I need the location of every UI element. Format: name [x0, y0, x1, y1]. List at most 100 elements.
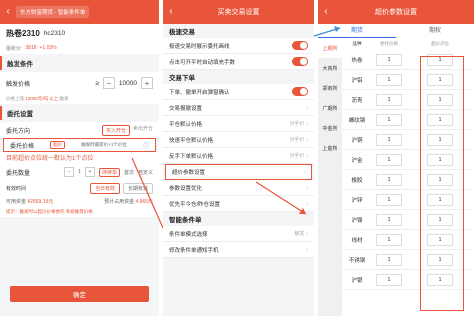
- valid-today[interactable]: 当日有效: [89, 182, 120, 194]
- setting-label: 交易报撤设置: [169, 105, 203, 112]
- price-cell: 1: [372, 133, 406, 146]
- ticks-input[interactable]: 1: [427, 193, 453, 206]
- price-input[interactable]: 1: [376, 53, 402, 66]
- price-input[interactable]: 1: [376, 173, 402, 186]
- price-input[interactable]: 1: [376, 153, 402, 166]
- section-entrust: 委托设置: [0, 106, 159, 120]
- tab-futures[interactable]: 期货: [318, 24, 396, 38]
- trigger-hint: 价格上涨 10000元/吨 以上 触发: [0, 94, 159, 104]
- last-price: 3818: [25, 45, 37, 51]
- info-icon[interactable]: ⓘ: [143, 141, 149, 150]
- variety-name: 沥青: [351, 97, 363, 104]
- exchange-item[interactable]: 上期所: [318, 38, 342, 58]
- ticks-input[interactable]: 1: [427, 233, 453, 246]
- price-input[interactable]: 1: [376, 253, 402, 266]
- contract-code: hc2310: [43, 29, 66, 37]
- price-input[interactable]: 1: [376, 273, 402, 286]
- chevron-right-icon: ›: [306, 136, 308, 143]
- tab-options[interactable]: 期权: [396, 24, 474, 38]
- price-cell: 1: [372, 73, 406, 86]
- price-input[interactable]: 1: [376, 93, 402, 106]
- price-input[interactable]: 1: [376, 133, 402, 146]
- qty-opt-first[interactable]: 首次: [124, 169, 134, 176]
- table-header: 品种 委托价格 超价点位: [342, 38, 474, 50]
- qty-minus[interactable]: −: [64, 167, 75, 177]
- back-icon[interactable]: ‹: [0, 0, 16, 24]
- header-title: 超价参数设置: [375, 9, 417, 16]
- qty-opt-custom[interactable]: 自定义: [138, 169, 153, 176]
- exchange-item[interactable]: 郑商所: [318, 78, 342, 98]
- trigger-operator[interactable]: ≥: [95, 80, 99, 87]
- setting-item[interactable]: 反手下单默认价格 对手价 ›: [163, 148, 314, 164]
- ticks-input[interactable]: 1: [427, 133, 453, 146]
- entrust-price-row[interactable]: 委托价格 超价 触发时最新价+1个价位 ⓘ: [3, 138, 156, 152]
- valid-time-row: 有效时间 当日有效 长期有效: [0, 181, 159, 195]
- variety-name: 沪铝: [351, 77, 363, 84]
- setting-item[interactable]: 优先平今仓/昨仓设置 ›: [163, 196, 314, 212]
- setting-item[interactable]: 快速平仓默认价格 对手价 ›: [163, 132, 314, 148]
- minus-button[interactable]: −: [102, 77, 115, 89]
- price-input[interactable]: 1: [376, 213, 402, 226]
- confirm-button[interactable]: 确定: [10, 286, 149, 302]
- exchange-item[interactable]: 中金所: [318, 118, 342, 138]
- price-cell: 1: [372, 113, 406, 126]
- trigger-value-input[interactable]: 10000: [119, 80, 137, 87]
- section-trigger: 触发条件: [0, 56, 159, 70]
- ticks-input[interactable]: 1: [427, 153, 453, 166]
- direction-sell[interactable]: 卖出开仓: [133, 125, 153, 136]
- setting-item[interactable]: 修改条件单通知手机 ›: [163, 242, 314, 258]
- chevron-right-icon: ›: [306, 104, 308, 111]
- ticks-cell: 1: [406, 213, 474, 226]
- exchange-item[interactable]: 大商所: [318, 58, 342, 78]
- ticks-input[interactable]: 1: [427, 73, 453, 86]
- ticks-input[interactable]: 1: [427, 53, 453, 66]
- table-row: 沪锌 1 1: [342, 190, 474, 210]
- chevron-right-icon: ›: [306, 200, 308, 207]
- valid-label: 有效时间: [6, 185, 27, 192]
- toggle-switch[interactable]: [292, 41, 308, 50]
- overprice-body: 上期所 大商所 郑商所 广期所 中金所 上能所 品种 委托价格 超价点位 热卷 1…: [318, 38, 474, 316]
- back-icon[interactable]: ‹: [318, 0, 334, 24]
- direction-buy[interactable]: 买入开仓: [101, 124, 130, 136]
- ticks-input[interactable]: 1: [427, 113, 453, 126]
- toggle-switch[interactable]: [292, 87, 308, 96]
- ticks-input[interactable]: 1: [427, 253, 453, 266]
- ticks-input[interactable]: 1: [427, 93, 453, 106]
- exchange-item[interactable]: 上能所: [318, 138, 342, 158]
- setting-item[interactable]: 点击可开平时自动填充手数: [163, 54, 314, 70]
- ticks-input[interactable]: 1: [427, 213, 453, 226]
- setting-item[interactable]: 条件单模式选择 触发 ›: [163, 226, 314, 242]
- variety-name: 沪银: [351, 277, 363, 284]
- price-cell: 1: [372, 53, 406, 66]
- setting-item[interactable]: 平仓默认价格 对手价 ›: [163, 116, 314, 132]
- ticks-cell: 1: [406, 133, 474, 146]
- price-input[interactable]: 1: [376, 193, 402, 206]
- setting-item[interactable]: 参数设置优化 ›: [163, 180, 314, 196]
- qty-value[interactable]: 1: [78, 169, 81, 175]
- trigger-price-row: 触发价格 ≥ − 10000 +: [0, 72, 159, 94]
- setting-label: 点击可开平时自动填充手数: [169, 59, 236, 66]
- setting-item[interactable]: 下单、撤单开启弹窗确认: [163, 84, 314, 100]
- setting-item[interactable]: 交易报撤设置 ›: [163, 100, 314, 116]
- ticks-cell: 1: [406, 253, 474, 266]
- avail-value: ¥2669.19元: [27, 198, 54, 205]
- price-input[interactable]: 1: [376, 113, 402, 126]
- ticks-input[interactable]: 1: [427, 173, 453, 186]
- valid-long[interactable]: 长期有效: [122, 182, 153, 194]
- ticks-input[interactable]: 1: [427, 273, 453, 286]
- price-type-tag[interactable]: 超价: [50, 141, 66, 149]
- table-row: 沪镍 1 1: [342, 210, 474, 230]
- exchange-item[interactable]: 广期所: [318, 98, 342, 118]
- ticks-cell: 1: [406, 153, 474, 166]
- plus-button[interactable]: +: [141, 77, 153, 89]
- toggle-switch[interactable]: [292, 57, 308, 66]
- qty-plus[interactable]: +: [84, 167, 95, 177]
- qty-opt-continuous[interactable]: 持续单: [98, 167, 120, 177]
- back-icon[interactable]: ‹: [163, 0, 179, 24]
- price-input[interactable]: 1: [376, 73, 402, 86]
- price-input[interactable]: 1: [376, 233, 402, 246]
- header: ‹ 超价参数设置: [318, 0, 474, 24]
- col-name: 品种: [352, 41, 362, 46]
- setting-item[interactable]: 极速交易时展示委托画线: [163, 38, 314, 54]
- setting-item-overprice[interactable]: 超价参数设置 ›: [165, 164, 312, 180]
